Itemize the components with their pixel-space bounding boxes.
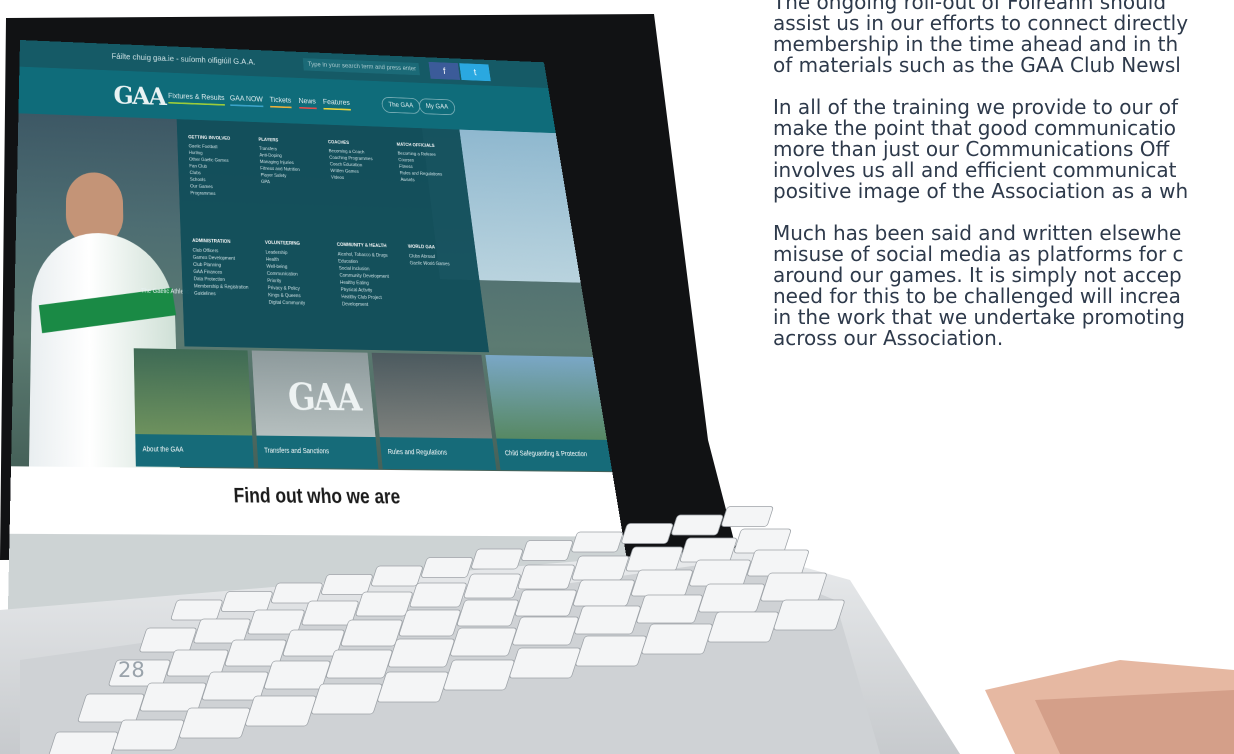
nav-news[interactable]: News xyxy=(298,96,317,110)
tile-caption: Transfers and Sanctions xyxy=(256,435,379,469)
find-out-heading: Find out who we are xyxy=(233,484,402,509)
bottom-strip xyxy=(7,533,638,623)
laptop-screen: Fáilte chuig gaa.ie - suíomh oifigiúil G… xyxy=(7,40,638,623)
menu-heading: GETTING INVOLVED xyxy=(188,134,231,142)
tile-rules-and-regulations[interactable]: Rules and Regulations xyxy=(371,352,497,471)
menu-column: ADMINISTRATION Club Officers Games Devel… xyxy=(192,237,249,298)
nav-button-the-gaa[interactable]: The GAA xyxy=(380,96,421,114)
feature-tiles: About the GAA GAA Transfers and Sanction… xyxy=(133,348,613,472)
page-number: 28 xyxy=(118,658,145,682)
menu-heading: COMMUNITY & HEALTH xyxy=(336,242,387,249)
tile-child-safeguarding[interactable]: Child Safeguarding & Protection xyxy=(485,354,613,472)
menu-heading: COACHES xyxy=(327,139,350,146)
gaa-logo[interactable]: GAA xyxy=(113,82,165,112)
menu-item[interactable]: GPA xyxy=(261,179,301,187)
facebook-icon[interactable]: f xyxy=(428,61,461,80)
nav-fixtures-results[interactable]: Fixtures & Results xyxy=(167,91,225,106)
nav-tickets[interactable]: Tickets xyxy=(269,95,292,109)
menu-item[interactable]: Videos xyxy=(331,174,375,182)
mega-menu: GETTING INVOLVED Gaelic Football Hurling… xyxy=(176,119,490,353)
site-search-input[interactable]: Type in your search term and press enter xyxy=(302,58,420,76)
menu-item[interactable]: Programmes xyxy=(190,190,233,198)
tile-caption: About the GAA xyxy=(135,434,254,468)
nav-gaa-now[interactable]: GAA NOW xyxy=(229,93,264,108)
menu-item[interactable]: Digital Community xyxy=(268,299,306,307)
tile-transfers-and-sanctions[interactable]: GAA Transfers and Sanctions xyxy=(251,350,379,469)
menu-column: COMMUNITY & HEALTH Alcohol, Tobacco & Dr… xyxy=(337,241,394,309)
twitter-icon[interactable]: t xyxy=(459,63,491,82)
menu-column: VOLUNTEERING Leadership Health Well-bein… xyxy=(265,239,306,307)
menu-column: MATCH OFFICIALS Becoming a Referee Cours… xyxy=(396,142,443,185)
page-scene: The ongoing roll-out of Foireann should … xyxy=(0,0,1234,754)
site-tagline: Fáilte chuig gaa.ie - suíomh oifigiúil G… xyxy=(111,52,256,67)
menu-heading: PLAYERS xyxy=(258,137,279,144)
menu-heading: WORLD GAA xyxy=(407,244,436,251)
menu-item[interactable]: Guidelines xyxy=(194,290,249,299)
menu-item[interactable]: Gaelic World Games xyxy=(409,260,450,268)
tile-caption: Rules and Regulations xyxy=(379,437,497,471)
menu-heading: VOLUNTEERING xyxy=(264,240,301,247)
menu-column: PLAYERS Transfers Anti-Doping Managing I… xyxy=(258,137,301,187)
menu-heading: MATCH OFFICIALS xyxy=(396,142,435,149)
menu-heading: ADMINISTRATION xyxy=(192,238,231,245)
nav-features[interactable]: Features xyxy=(322,97,351,111)
gaa-tile-logo: GAA xyxy=(286,374,362,420)
menu-column: COACHES Becoming a Coach Coaching Progra… xyxy=(328,139,375,182)
menu-item[interactable]: Development xyxy=(342,301,393,309)
nav-button-my-gaa[interactable]: My GAA xyxy=(418,98,456,116)
tile-caption: Child Safeguarding & Protection xyxy=(496,438,613,472)
menu-column: GETTING INVOLVED Gaelic Football Hurling… xyxy=(188,134,233,198)
menu-column: WORLD GAA Clubs Abroad Gaelic World Game… xyxy=(408,243,451,268)
tile-about-the-gaa[interactable]: About the GAA xyxy=(133,348,254,468)
